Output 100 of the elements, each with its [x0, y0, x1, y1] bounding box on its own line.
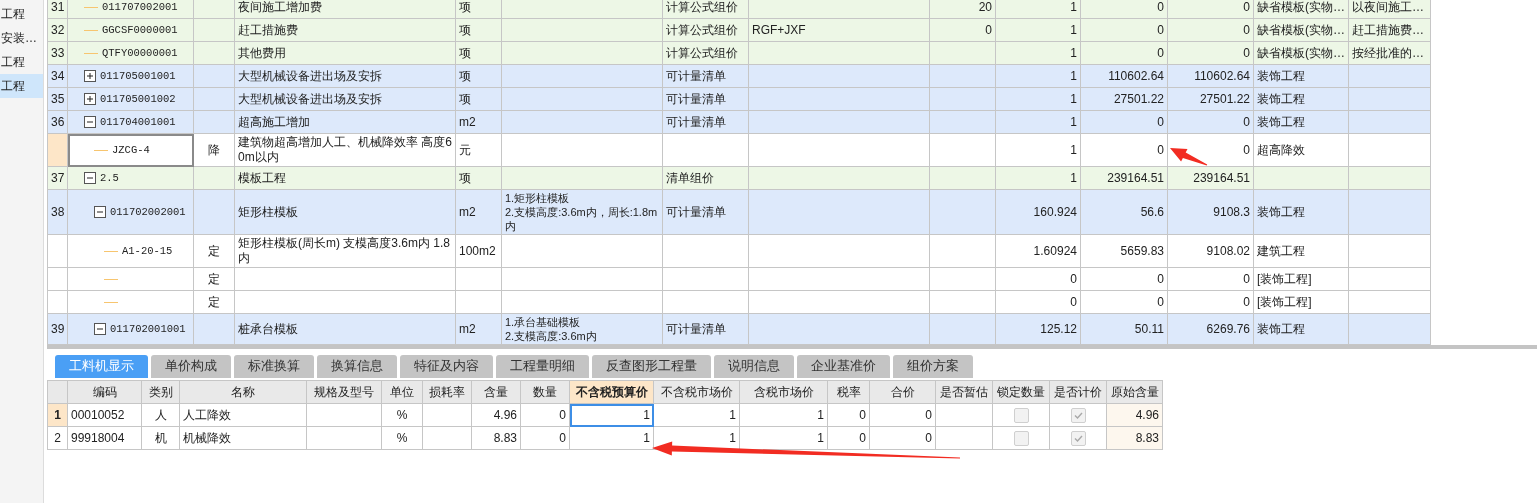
item-code: JZCG-4 — [112, 142, 150, 158]
table-cell: 27501.22 — [1167, 87, 1254, 111]
table-cell: 赶工措施费… — [1348, 18, 1431, 42]
table-cell: 0 — [995, 267, 1081, 291]
column-header[interactable]: 不含税市场价 — [653, 380, 740, 404]
column-header[interactable]: 编码 — [67, 380, 142, 404]
table-cell: 项 — [455, 41, 502, 65]
sidebar-item[interactable]: 工程 — [0, 2, 43, 26]
table-cell: 装饰工程 — [1253, 87, 1349, 111]
column-header[interactable]: 数量 — [520, 380, 570, 404]
item-code: 011702002001 — [110, 204, 186, 220]
column-header[interactable]: 含量 — [471, 380, 521, 404]
table-cell: m2 — [455, 110, 502, 134]
table-cell: 0 — [1080, 290, 1168, 314]
expand-icon[interactable] — [84, 93, 96, 105]
sidebar-item[interactable]: 安装… — [0, 26, 43, 50]
table-cell: 1.矩形柱模板 2.支模高度:3.6m内，周长:1.8m内 — [501, 189, 663, 235]
table-cell: 可计量清单 — [662, 313, 749, 345]
column-header[interactable]: 是否暂估 — [935, 380, 993, 404]
table-cell: [装饰工程] — [1253, 267, 1349, 291]
table-cell: 计算公式组价 — [662, 18, 749, 42]
table-cell: 0 — [1167, 41, 1254, 65]
row-number: 32 — [47, 18, 68, 42]
table-cell: 9108.02 — [1167, 234, 1254, 268]
expand-icon[interactable] — [84, 70, 96, 82]
collapse-icon[interactable] — [94, 206, 106, 218]
table-cell: 50.11 — [1080, 313, 1168, 345]
table-cell: 定 — [193, 234, 235, 268]
column-header[interactable]: 含税市场价 — [739, 380, 828, 404]
column-header[interactable]: 原始含量 — [1106, 380, 1163, 404]
table-cell — [929, 133, 996, 167]
column-header[interactable]: 锁定数量 — [992, 380, 1050, 404]
column-header[interactable]: 合价 — [869, 380, 936, 404]
table-cell: 装饰工程 — [1253, 313, 1349, 345]
table-cell: 建筑工程 — [1253, 234, 1349, 268]
table-cell: 缺省模板(实物… — [1253, 41, 1349, 65]
corner-header — [47, 380, 68, 404]
table-cell: 项 — [455, 64, 502, 88]
row-number: 39 — [47, 313, 68, 345]
column-header[interactable]: 规格及型号 — [306, 380, 382, 404]
tab[interactable]: 单价构成 — [151, 355, 231, 378]
item-code: 011705001002 — [100, 91, 176, 107]
tab[interactable]: 换算信息 — [317, 355, 397, 378]
item-code: A1-20-15 — [122, 243, 173, 259]
row-number: 33 — [47, 41, 68, 65]
table-cell: 56.6 — [1080, 189, 1168, 235]
collapse-icon[interactable] — [94, 323, 106, 335]
sidebar-item[interactable]: 工程 — [0, 50, 43, 74]
table-cell: 项 — [455, 87, 502, 111]
table-cell: 0 — [1167, 0, 1254, 19]
column-header[interactable]: 不含税预算价 — [569, 380, 654, 404]
item-code: 2.5 — [100, 170, 119, 186]
collapse-icon[interactable] — [84, 172, 96, 184]
table-cell: 0 — [1167, 290, 1254, 314]
check-icon — [1073, 434, 1083, 442]
check-icon — [1073, 411, 1083, 419]
table-cell — [929, 166, 996, 190]
table-cell — [929, 189, 996, 235]
table-cell: 0 — [1167, 110, 1254, 134]
column-header[interactable]: 类别 — [141, 380, 180, 404]
table-cell: 5659.83 — [1080, 234, 1168, 268]
table-cell: 1.60924 — [995, 234, 1081, 268]
row-number: 35 — [47, 87, 68, 111]
tab[interactable]: 组价方案 — [893, 355, 973, 378]
row-number: 37 — [47, 166, 68, 190]
table-cell — [929, 267, 996, 291]
row-number: 1 — [47, 403, 68, 427]
item-code: 011707002001 — [102, 0, 178, 15]
table-cell: 矩形柱模板(周长m) 支模高度3.6m内 1.8内 — [234, 234, 456, 268]
column-header[interactable]: 名称 — [179, 380, 307, 404]
table-cell: 0 — [1080, 133, 1168, 167]
collapse-icon[interactable] — [84, 116, 96, 128]
tab[interactable]: 企业基准价 — [797, 355, 890, 378]
tab[interactable]: 反查图形工程量 — [592, 355, 711, 378]
table-cell: [装饰工程] — [1253, 290, 1349, 314]
row-number: 31 — [47, 0, 68, 19]
tab[interactable]: 说明信息 — [714, 355, 794, 378]
table-cell: 1 — [995, 64, 1081, 88]
column-header[interactable]: 单位 — [381, 380, 423, 404]
column-header[interactable]: 损耗率 — [422, 380, 472, 404]
table-cell: 矩形柱模板 — [234, 189, 456, 235]
table-cell: 239164.51 — [1167, 166, 1254, 190]
table-cell: 人工降效 — [179, 403, 307, 427]
tab[interactable]: 工程量明细 — [496, 355, 589, 378]
table-cell — [455, 290, 502, 314]
tab[interactable]: 特征及内容 — [400, 355, 493, 378]
annotation-arrow — [1170, 148, 1208, 166]
column-header[interactable]: 是否计价 — [1049, 380, 1107, 404]
table-cell: 大型机械设备进出场及安拆 — [234, 64, 456, 88]
table-cell: 239164.51 — [1080, 166, 1168, 190]
column-header[interactable]: 税率 — [827, 380, 870, 404]
table-cell: 按经批准的… — [1348, 41, 1431, 65]
table-cell: 27501.22 — [1080, 87, 1168, 111]
tab[interactable]: 标准换算 — [234, 355, 314, 378]
table-cell: 1 — [995, 166, 1081, 190]
table-cell: 桩承台模板 — [234, 313, 456, 345]
sidebar-item[interactable]: 工程 — [0, 74, 43, 98]
table-cell: 计算公式组价 — [662, 41, 749, 65]
table-cell: 定 — [193, 290, 235, 314]
table-cell: 0 — [1080, 41, 1168, 65]
